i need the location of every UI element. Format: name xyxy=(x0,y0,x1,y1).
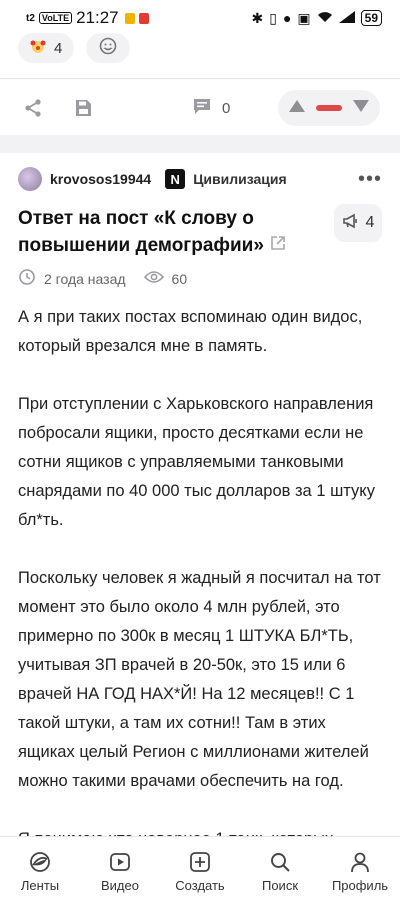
nav-profile[interactable]: Профиль xyxy=(320,850,400,893)
divider xyxy=(0,78,400,79)
more-options-icon[interactable]: ••• xyxy=(358,168,382,191)
share-icon[interactable] xyxy=(20,95,46,121)
post-paragraph: При отступлении с Харьковского направлен… xyxy=(18,395,375,529)
reply-count: 4 xyxy=(365,214,375,231)
external-link-icon[interactable] xyxy=(270,232,286,259)
nav-video[interactable]: Видео xyxy=(80,850,160,893)
community-logo[interactable]: N xyxy=(165,169,186,189)
smiley-plus-icon xyxy=(98,36,118,60)
reaction-chip[interactable]: 4 xyxy=(18,33,75,63)
post-separator xyxy=(0,135,400,153)
post-body: А я при таких постах вспоминаю один видо… xyxy=(18,303,386,903)
signal-icon xyxy=(338,10,355,26)
nav-search-label: Поиск xyxy=(261,877,299,893)
nav-profile-label: Профиль xyxy=(331,877,389,893)
post-title-text[interactable]: Ответ на пост «К слову о повышении демог… xyxy=(18,208,264,256)
eye-icon xyxy=(143,270,164,287)
downvote-icon[interactable] xyxy=(352,99,370,118)
youtube-notification-icon xyxy=(138,12,149,24)
avatar[interactable] xyxy=(18,167,42,191)
wifi-icon xyxy=(317,10,333,26)
nav-create[interactable]: Создать xyxy=(160,850,240,893)
clock-icon xyxy=(18,268,36,289)
rating-bar xyxy=(316,105,342,111)
post-paragraph: Поскольку человек я жадный я посчитал на… xyxy=(18,569,381,790)
battery-indicator: 59 xyxy=(360,10,382,26)
plus-icon xyxy=(188,850,212,874)
megaphone-icon xyxy=(342,213,360,234)
comments-count: 0 xyxy=(222,99,231,117)
carrier-label: t2 xyxy=(26,12,35,24)
post-title[interactable]: Ответ на пост «К слову о повышении демог… xyxy=(18,205,318,259)
notification-icon xyxy=(124,12,135,24)
time-ago: 2 года назад xyxy=(44,270,126,287)
vibrate-icon: ▯ xyxy=(269,9,277,26)
clock: 21:27 xyxy=(76,8,119,27)
nav-feeds-label: Ленты xyxy=(20,877,60,893)
views-count: 60 xyxy=(171,270,188,287)
bluetooth-icon: ✱ xyxy=(251,9,264,26)
feeds-icon xyxy=(28,850,52,874)
reply-rating-badge[interactable]: 4 xyxy=(334,204,382,242)
reaction-count: 4 xyxy=(54,39,63,57)
profile-icon xyxy=(348,850,372,874)
status-icons: ✱ ▯ ● ▣ 59 xyxy=(251,10,382,27)
post-views: 60 xyxy=(143,270,188,287)
vote-control xyxy=(278,90,380,126)
bottom-navigation: Ленты Видео Создать Поиск Профиль xyxy=(0,836,400,903)
post-time: 2 года назад xyxy=(18,268,126,289)
comment-icon xyxy=(192,96,212,120)
clown-emoji-icon xyxy=(30,38,46,58)
save-icon[interactable] xyxy=(70,95,96,121)
add-reaction-button[interactable] xyxy=(86,33,131,63)
sim-icon: ▣ xyxy=(297,9,311,26)
post-paragraph: А я при таких постах вспоминаю один видо… xyxy=(18,308,363,355)
reactions-row: 4 xyxy=(18,33,131,63)
community-name[interactable]: Цивилизация xyxy=(193,171,287,187)
search-icon xyxy=(268,850,292,874)
status-bar: t2 VoLTE 21:27 ✱ ▯ ● ▣ 59 xyxy=(0,0,400,36)
nav-feeds[interactable]: Ленты xyxy=(0,850,80,893)
post-header: krovosos19944 N Цивилизация ••• xyxy=(18,164,382,194)
post-actions: 0 xyxy=(0,88,400,128)
nav-create-label: Создать xyxy=(175,877,225,893)
volte-badge: VoLTE xyxy=(38,12,73,24)
author-name[interactable]: krovosos19944 xyxy=(50,171,151,187)
upvote-icon[interactable] xyxy=(288,99,306,118)
location-icon: ● xyxy=(282,10,292,26)
video-icon xyxy=(108,850,132,874)
nav-video-label: Видео xyxy=(101,877,139,893)
nav-search[interactable]: Поиск xyxy=(240,850,320,893)
post-meta: 2 года назад 60 xyxy=(18,268,195,289)
comments-button[interactable]: 0 xyxy=(192,96,230,120)
